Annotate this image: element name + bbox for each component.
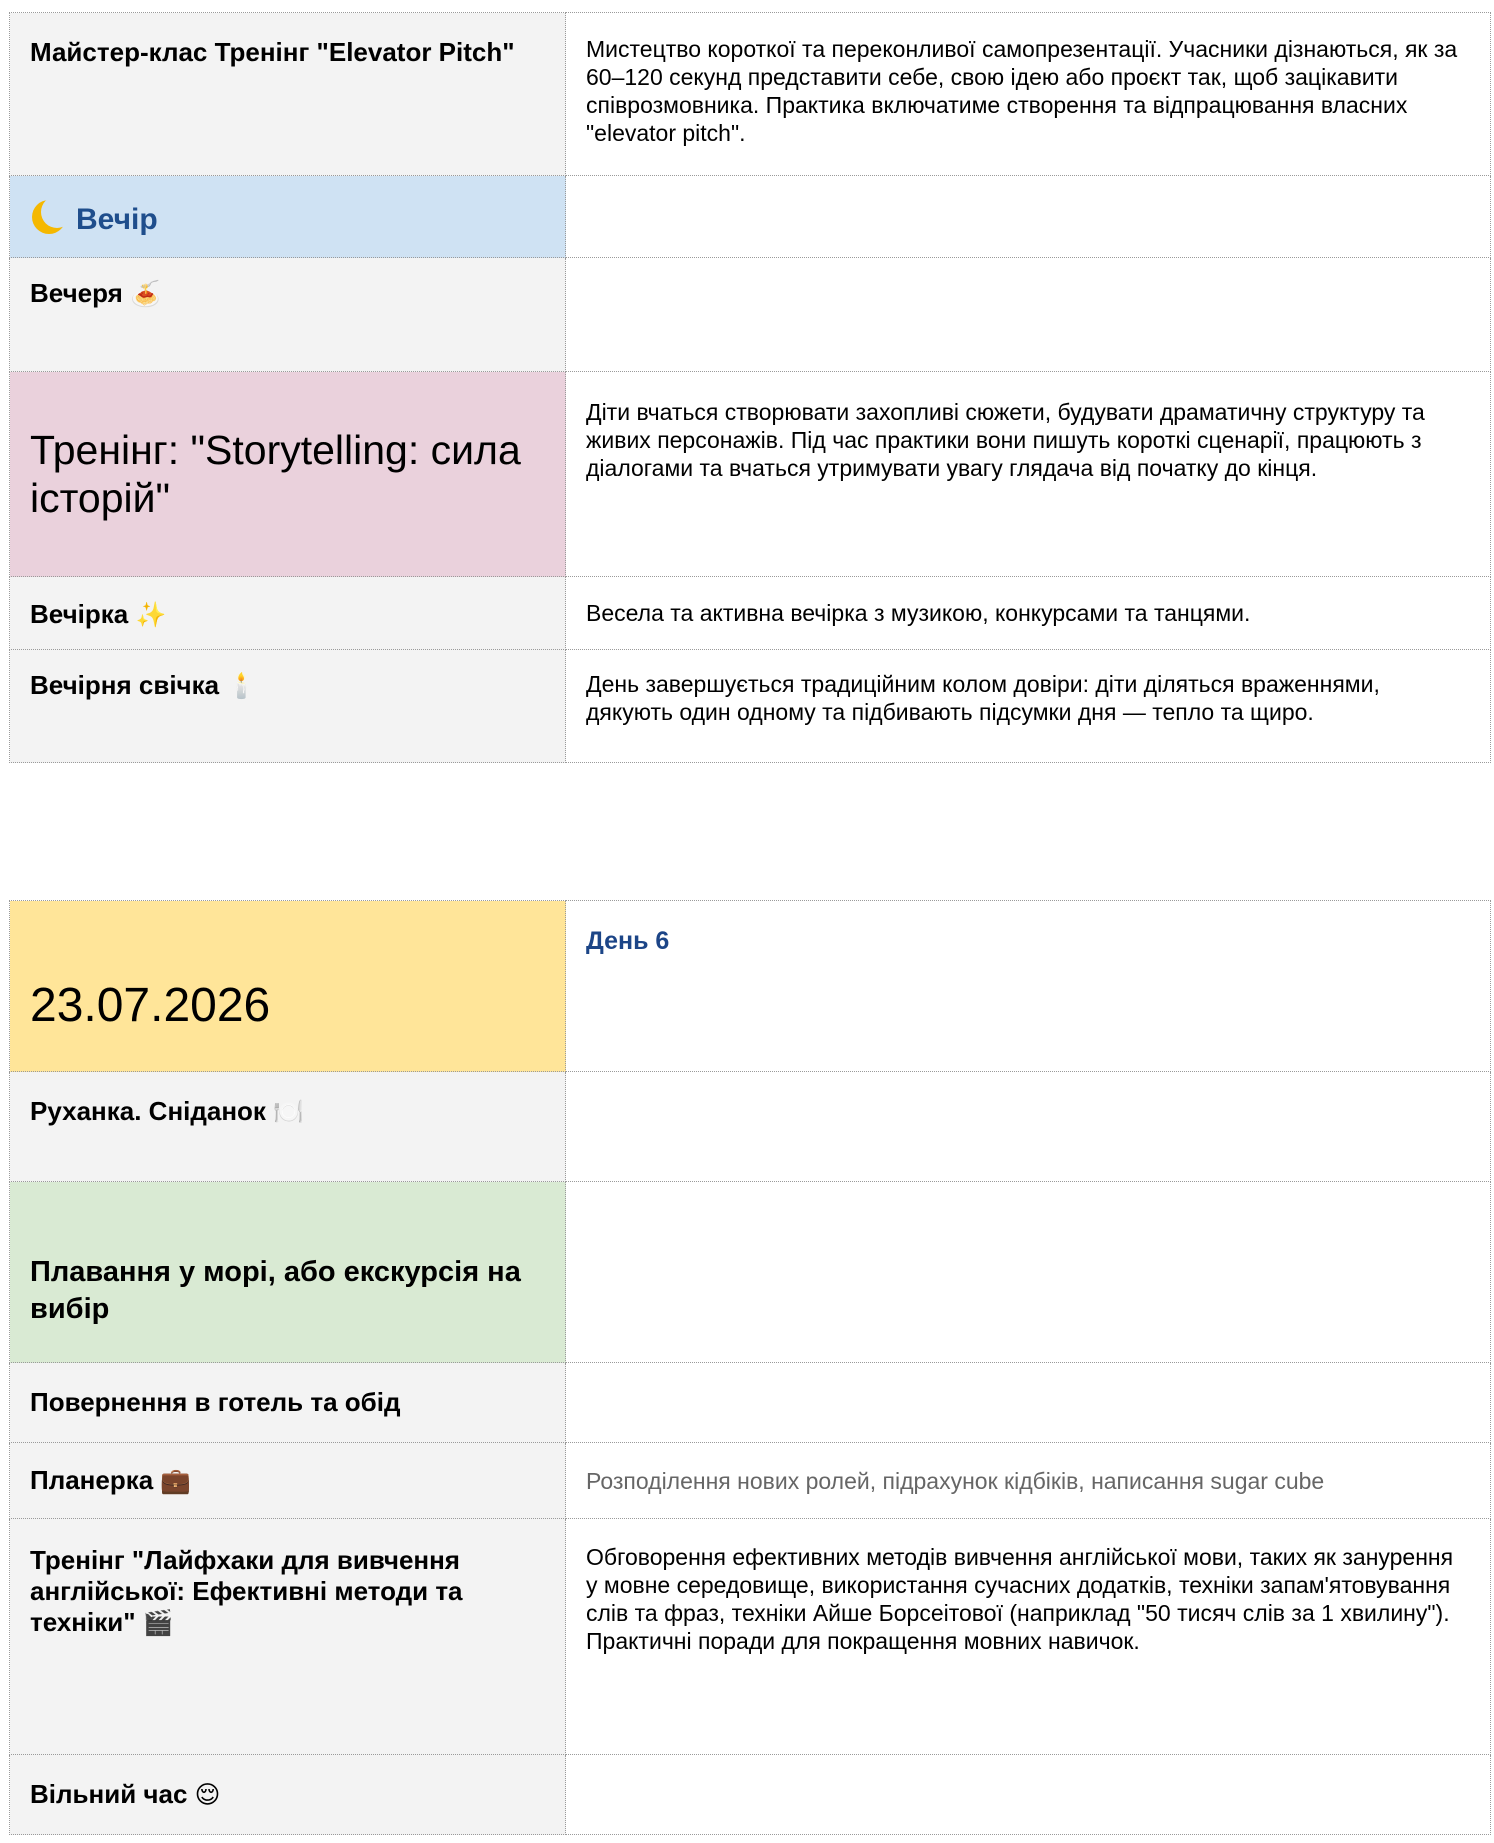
spaghetti-icon: 🍝	[130, 281, 161, 308]
activity-title-cell: Тренінг "Лайфхаки для вивчення англійськ…	[9, 1518, 566, 1755]
activity-title: Вечірня свічка	[30, 670, 220, 700]
table-row: Тренінг "Лайфхаки для вивчення англійськ…	[9, 1518, 1491, 1755]
table-row: Вечірка ✨ Весела та активна вечірка з му…	[9, 576, 1491, 650]
table-row: Тренінг: "Storytelling: сила історій" Ді…	[9, 371, 1491, 577]
section-header-evening: Вечір	[9, 175, 566, 258]
activity-title-cell: Майстер-клас Тренінг "Elevator Pitch"	[9, 12, 566, 176]
activity-title-cell: Вечірка ✨	[9, 576, 566, 650]
plate-cutlery-icon: 🍽️	[273, 1099, 304, 1126]
clapper-board-icon: 🎬	[142, 1610, 174, 1637]
activity-description: День завершується традиційним колом дові…	[586, 671, 1380, 725]
relieved-face-icon: 😌	[194, 1781, 221, 1809]
activity-description-cell: День завершується традиційним колом дові…	[565, 649, 1491, 763]
activity-title-cell: Руханка. Сніданок 🍽️	[9, 1071, 566, 1182]
activity-title-cell: Вечеря 🍝	[9, 257, 566, 372]
sparkles-icon: ✨	[135, 602, 167, 629]
activity-title: Плавання у морі, або екскурсія на вибір	[30, 1256, 521, 1325]
date-cell: 23.07.2026	[9, 900, 566, 1072]
activity-title-cell: Тренінг: "Storytelling: сила історій"	[9, 371, 566, 577]
activity-description-cell	[565, 257, 1491, 372]
day-date: 23.07.2026	[30, 979, 271, 1032]
crescent-moon-icon	[30, 195, 73, 236]
activity-title: Вечеря	[30, 278, 123, 308]
activity-title-cell: Плавання у морі, або екскурсія на вибір	[9, 1181, 566, 1363]
activity-description-cell	[565, 1071, 1491, 1182]
table-row: Повернення в готель та обід	[9, 1362, 1491, 1443]
activity-title: Повернення в готель та обід	[30, 1387, 401, 1417]
activity-description-cell	[565, 1362, 1491, 1443]
activity-title-cell: Повернення в готель та обід	[9, 1362, 566, 1443]
activity-title: Вечірка	[30, 599, 129, 629]
activity-title: Планерка	[30, 1464, 154, 1495]
activity-description-cell	[565, 175, 1491, 258]
activity-description: Обговорення ефективних методів вивчення …	[586, 1544, 1454, 1654]
activity-description: Весела та активна вечірка з музикою, кон…	[586, 600, 1251, 626]
table-row: Майстер-клас Тренінг "Elevator Pitch" Ми…	[9, 12, 1491, 176]
briefcase-icon: 💼	[160, 1467, 192, 1495]
schedule-table-day6: 23.07.2026 День 6 Руханка. Сніданок 🍽️ П…	[9, 900, 1491, 1835]
table-row: Руханка. Сніданок 🍽️	[9, 1071, 1491, 1182]
activity-description: Розподілення нових ролей, підрахунок кід…	[586, 1467, 1325, 1494]
activity-title-cell: Планерка 💼	[9, 1442, 566, 1519]
activity-description-cell	[565, 1181, 1491, 1363]
activity-title: Тренінг "Лайфхаки для вивчення англійськ…	[30, 1545, 463, 1637]
activity-description: Діти вчаться створювати захопливі сюжети…	[586, 399, 1425, 481]
activity-title: Руханка. Сніданок	[30, 1096, 266, 1126]
activity-description-cell: Мистецтво короткої та переконливої самоп…	[565, 12, 1491, 176]
day-label-cell: День 6	[565, 900, 1491, 1072]
activity-description: Мистецтво короткої та переконливої самоп…	[586, 36, 1458, 146]
activity-title: Майстер-клас Тренінг "Elevator Pitch"	[30, 37, 515, 67]
table-row: Вільний час 😌	[9, 1754, 1491, 1835]
activity-title: Тренінг: "Storytelling: сила історій"	[30, 427, 521, 521]
activity-title-cell: Вечірня свічка 🕯️	[9, 649, 566, 763]
day-label: День 6	[586, 927, 670, 955]
table-row: Вечір	[9, 175, 1491, 258]
table-row: Планерка 💼 Розподілення нових ролей, під…	[9, 1442, 1491, 1519]
table-row: 23.07.2026 День 6	[9, 900, 1491, 1072]
activity-description-cell: Діти вчаться створювати захопливі сюжети…	[565, 371, 1491, 577]
table-row: Плавання у морі, або екскурсія на вибір	[9, 1181, 1491, 1363]
table-row: Вечірня свічка 🕯️ День завершується трад…	[9, 649, 1491, 763]
section-header-label: Вечір	[76, 202, 158, 236]
activity-description-cell: Весела та активна вечірка з музикою, кон…	[565, 576, 1491, 650]
schedule-table-day5-evening: Майстер-клас Тренінг "Elevator Pitch" Ми…	[9, 12, 1491, 763]
activity-description-cell: Обговорення ефективних методів вивчення …	[565, 1518, 1491, 1755]
activity-title-cell: Вільний час 😌	[9, 1754, 566, 1835]
table-row: Вечеря 🍝	[9, 257, 1491, 372]
activity-description-cell: Розподілення нових ролей, підрахунок кід…	[565, 1442, 1491, 1519]
activity-title: Вільний час	[30, 1778, 188, 1809]
activity-description-cell	[565, 1754, 1491, 1835]
candle-icon: 🕯️	[226, 673, 258, 700]
